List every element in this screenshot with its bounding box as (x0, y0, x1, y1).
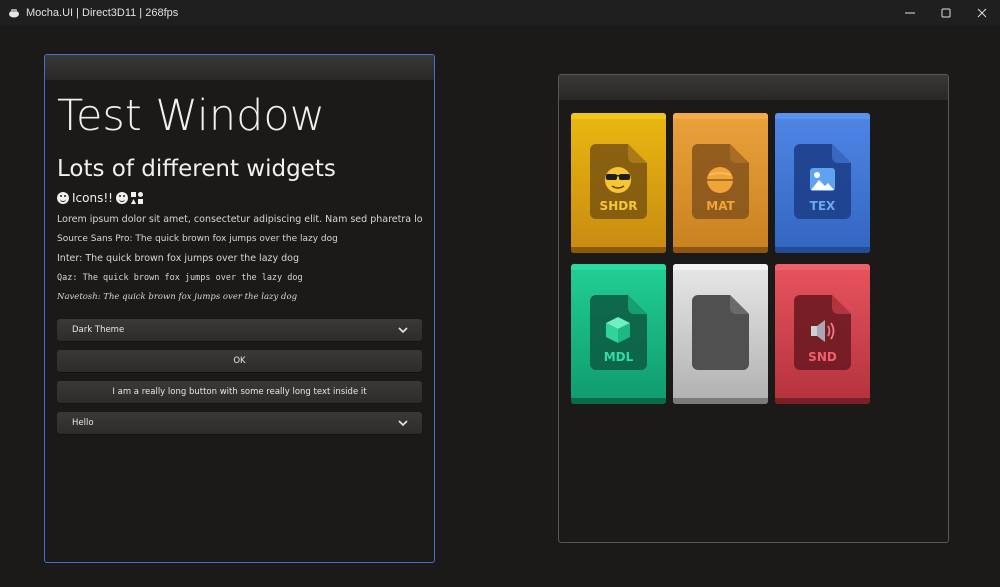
sound-file-icon: SND (794, 295, 851, 370)
lorem-text: Lorem ipsum dolor sit amet, consectetur … (57, 214, 423, 225)
ok-button[interactable]: OK (57, 350, 422, 372)
font-sample-inter: Inter: The quick brown fox jumps over th… (57, 253, 300, 264)
font-sample-qaz: Qaz: The quick brown fox jumps over the … (57, 273, 303, 283)
title-bar: Mocha.UI | Direct3D11 | 268fps (0, 0, 1000, 25)
page-subtitle: Lots of different widgets (57, 156, 336, 182)
hello-dropdown[interactable]: Hello (57, 412, 422, 434)
asset-tile-texture[interactable]: TEX (775, 113, 870, 253)
long-button[interactable]: I am a really long button with some real… (57, 381, 422, 403)
theme-dropdown-label: Dark Theme (72, 325, 125, 335)
asset-tile-shader[interactable]: SHDR (571, 113, 666, 253)
blank-file-icon (692, 295, 749, 370)
asset-tile-model[interactable]: MDL (571, 264, 666, 404)
app-icon (8, 7, 20, 19)
font-sample-navetosh: Navetosh: The quick brown fox jumps over… (57, 292, 298, 302)
asset-grid: SHDR MAT TEX MDL SND (571, 113, 870, 404)
model-file-icon: MDL (590, 295, 647, 370)
texture-file-icon: TEX (794, 144, 851, 219)
minimize-icon (905, 12, 915, 13)
minimize-button[interactable] (892, 0, 928, 25)
shader-file-icon: SHDR (590, 144, 647, 219)
window-title: Mocha.UI | Direct3D11 | 268fps (26, 6, 179, 19)
asset-tile-material[interactable]: MAT (673, 113, 768, 253)
icons-label: Icons!! (72, 191, 113, 205)
smile-icon (57, 192, 69, 204)
asset-browser-panel: SHDR MAT TEX MDL SND (558, 74, 949, 543)
material-file-icon: MAT (692, 144, 749, 219)
close-button[interactable] (964, 0, 1000, 25)
asset-tile-sound[interactable]: SND (775, 264, 870, 404)
icons-row: Icons!! (57, 188, 422, 208)
font-sample-source-sans: Source Sans Pro: The quick brown fox jum… (57, 234, 338, 244)
asset-label-snd: SND (808, 350, 837, 364)
page-title: Test Window (57, 91, 325, 141)
hello-dropdown-label: Hello (72, 418, 94, 428)
chevron-down-icon (398, 420, 408, 427)
maximize-icon (941, 8, 951, 17)
asset-label-shdr: SHDR (600, 199, 638, 213)
maximize-button[interactable] (928, 0, 964, 25)
asset-label-tex: TEX (810, 199, 836, 213)
asset-label-mat: MAT (706, 199, 735, 213)
asset-tile-unknown[interactable] (673, 264, 768, 404)
close-icon (977, 8, 987, 17)
asset-label-mdl: MDL (604, 350, 634, 364)
asset-browser-header[interactable] (559, 75, 948, 100)
chevron-down-icon (398, 327, 408, 334)
smile-icon (115, 192, 128, 204)
theme-dropdown[interactable]: Dark Theme (57, 319, 422, 341)
grid-shapes-icon (130, 192, 143, 204)
test-window-panel: Test Window Lots of different widgets Ic… (44, 54, 435, 563)
test-window-header[interactable] (45, 55, 434, 80)
